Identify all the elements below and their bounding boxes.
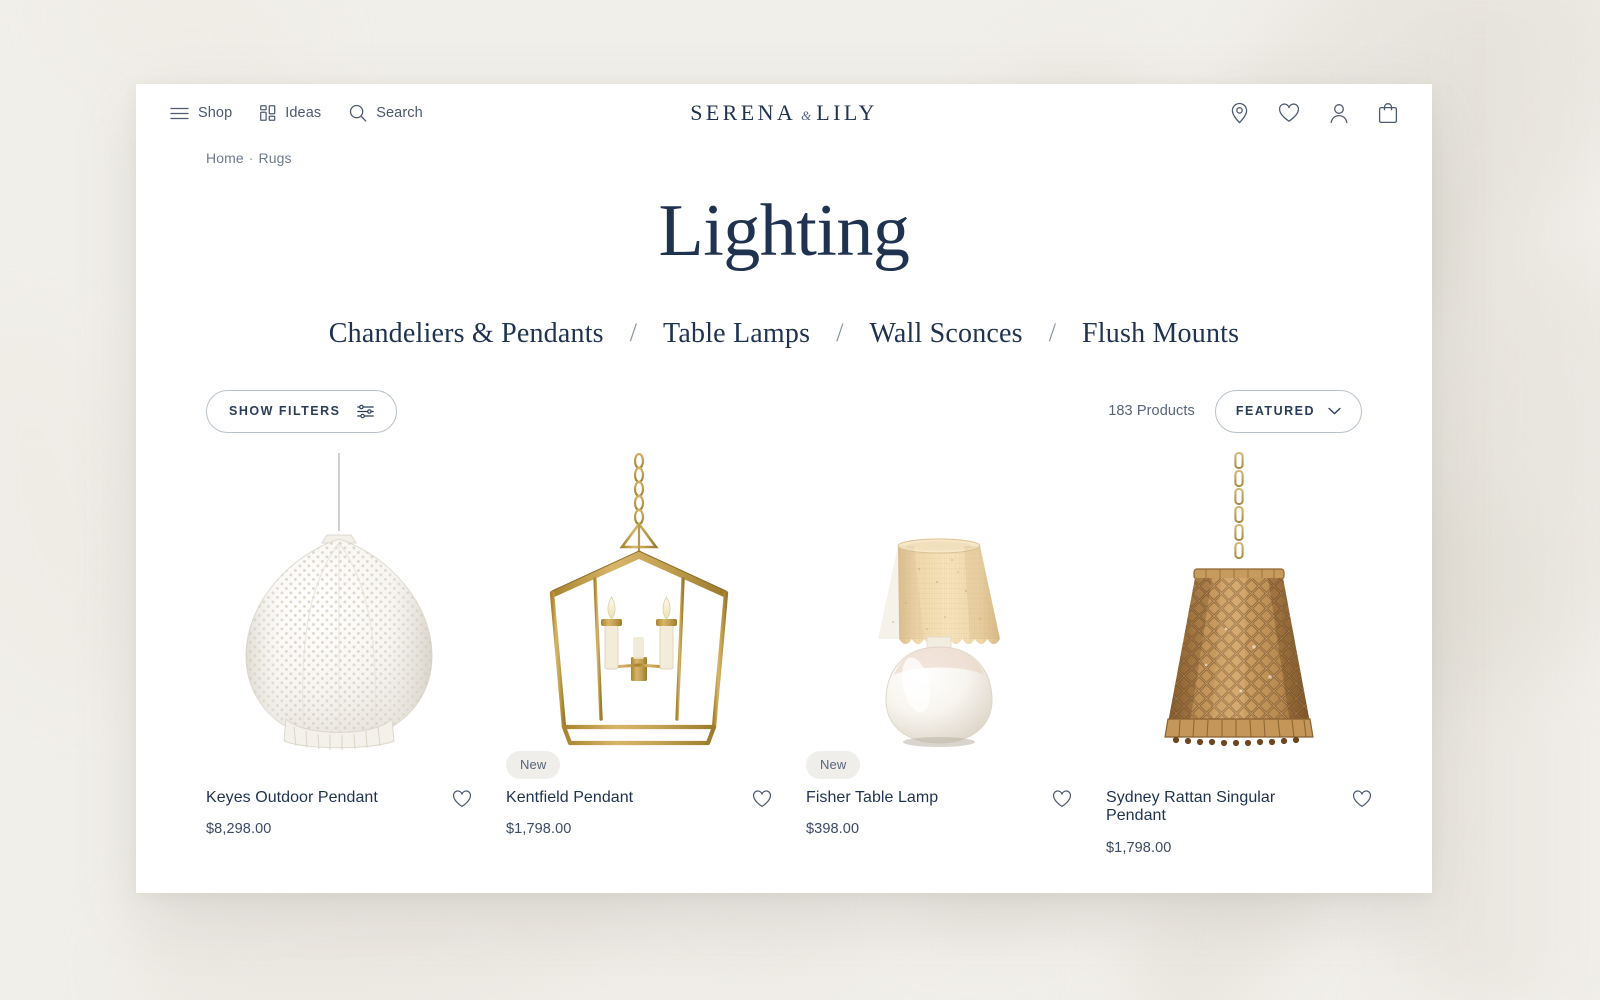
filter-toolbar: SHOW FILTERS 183 Products FEATURED — [136, 389, 1432, 433]
category-link-table-lamps[interactable]: Table Lamps — [663, 318, 810, 350]
brass-lantern-pendant-illustration — [549, 452, 729, 745]
logo-serena: SERENA — [690, 100, 797, 125]
product-badge: New — [506, 750, 561, 779]
product-card[interactable]: Sydney Rattan Singular Pendant $1,798.00 — [1094, 451, 1384, 857]
product-price: $1,798.00 — [1106, 840, 1172, 857]
wishlist-heart-icon[interactable] — [752, 789, 772, 813]
product-info: Sydney Rattan Singular Pendant $1,798.00 — [1094, 779, 1384, 857]
product-card[interactable]: Keyes Outdoor Pendant $8,298.00 — [194, 451, 484, 857]
header-left-nav: Shop Ideas Search — [170, 104, 423, 122]
sort-dropdown[interactable]: FEATURED — [1214, 389, 1362, 433]
breadcrumb-item-home[interactable]: Home — [206, 150, 244, 166]
show-filters-label: SHOW FILTERS — [229, 404, 341, 419]
product-badge-row: New — [794, 750, 1084, 779]
product-card[interactable]: New Fisher Table Lamp $398.00 — [794, 451, 1084, 857]
white-woven-teardrop-pendant-illustration — [245, 452, 433, 750]
browser-page-card: Shop Ideas Search SERENA & LILY Home · R… — [136, 84, 1432, 893]
product-badge-row — [1094, 751, 1384, 779]
product-image-rattan-woven-pendant[interactable] — [1094, 451, 1384, 751]
show-filters-button[interactable]: SHOW FILTERS — [206, 389, 397, 433]
product-image-brass-lantern-pendant[interactable] — [494, 451, 784, 751]
category-separator: / — [1048, 317, 1057, 347]
rattan-woven-pendant-illustration — [1164, 451, 1314, 746]
product-price: $1,798.00 — [506, 821, 572, 838]
product-info: Fisher Table Lamp $398.00 — [794, 779, 1084, 838]
sort-dropdown-value: FEATURED — [1235, 404, 1315, 419]
breadcrumb: Home · Rugs — [136, 142, 1432, 166]
chevron-down-icon — [1328, 407, 1341, 415]
scalloped-rattan-table-lamp-illustration — [878, 538, 1000, 747]
category-separator: / — [836, 317, 844, 347]
header-right-nav — [1230, 102, 1398, 124]
user-account-icon[interactable] — [1329, 103, 1349, 124]
product-image-scalloped-rattan-table-lamp[interactable] — [794, 451, 1084, 751]
wishlist-heart-icon[interactable] — [1052, 789, 1072, 813]
breadcrumb-separator: · — [248, 150, 254, 166]
nav-search-label: Search — [376, 104, 423, 121]
product-badge-row: New — [494, 750, 784, 779]
product-card[interactable]: New Kentfield Pendant $1,798.00 — [494, 451, 784, 857]
nav-search[interactable]: Search — [349, 104, 423, 122]
product-grid: Keyes Outdoor Pendant $8,298.00 New Kent… — [136, 451, 1432, 857]
category-link-flush-mounts[interactable]: Flush Mounts — [1082, 318, 1239, 350]
breadcrumb-item-rugs[interactable]: Rugs — [259, 150, 292, 166]
site-header: Shop Ideas Search SERENA & LILY — [136, 84, 1432, 142]
nav-shop-label: Shop — [198, 104, 233, 121]
page-title: Lighting — [658, 190, 910, 272]
product-name[interactable]: Sydney Rattan Singular Pendant — [1106, 789, 1306, 827]
search-icon — [349, 104, 367, 122]
wishlist-heart-icon[interactable] — [1352, 789, 1372, 813]
nav-ideas-label: Ideas — [285, 104, 322, 121]
product-badge: New — [806, 750, 861, 779]
category-link-wall-sconces[interactable]: Wall Sconces — [869, 318, 1022, 350]
logo-lily: LILY — [816, 100, 878, 125]
nav-shop[interactable]: Shop — [170, 106, 232, 121]
nav-ideas[interactable]: Ideas — [260, 105, 321, 121]
product-name[interactable]: Kentfield Pendant — [506, 789, 706, 808]
filter-toolbar-right: 183 Products FEATURED — [1108, 389, 1362, 433]
wishlist-heart-icon[interactable] — [452, 789, 472, 813]
product-name[interactable]: Keyes Outdoor Pendant — [206, 789, 406, 808]
category-link-chandeliers-pendants[interactable]: Chandeliers & Pendants — [329, 318, 604, 350]
product-price: $8,298.00 — [206, 821, 272, 838]
category-separator: / — [629, 317, 638, 347]
product-image-white-woven-teardrop-pendant[interactable] — [194, 451, 484, 751]
shopping-bag-icon[interactable] — [1378, 102, 1398, 124]
sliders-icon — [356, 404, 374, 419]
product-count: 183 Products — [1108, 403, 1195, 420]
product-info: Kentfield Pendant $1,798.00 — [494, 779, 784, 838]
logo-ampersand: & — [801, 108, 812, 123]
product-info: Keyes Outdoor Pendant $8,298.00 — [194, 779, 484, 838]
grid-layout-icon — [260, 105, 276, 121]
product-price: $398.00 — [806, 821, 860, 838]
location-pin-icon[interactable] — [1230, 102, 1249, 124]
hamburger-menu-icon — [170, 107, 189, 120]
category-nav: Chandeliers & Pendants / Table Lamps / W… — [136, 318, 1432, 350]
product-badge-row — [194, 751, 484, 779]
product-name[interactable]: Fisher Table Lamp — [806, 789, 1006, 808]
heart-icon[interactable] — [1278, 103, 1300, 123]
